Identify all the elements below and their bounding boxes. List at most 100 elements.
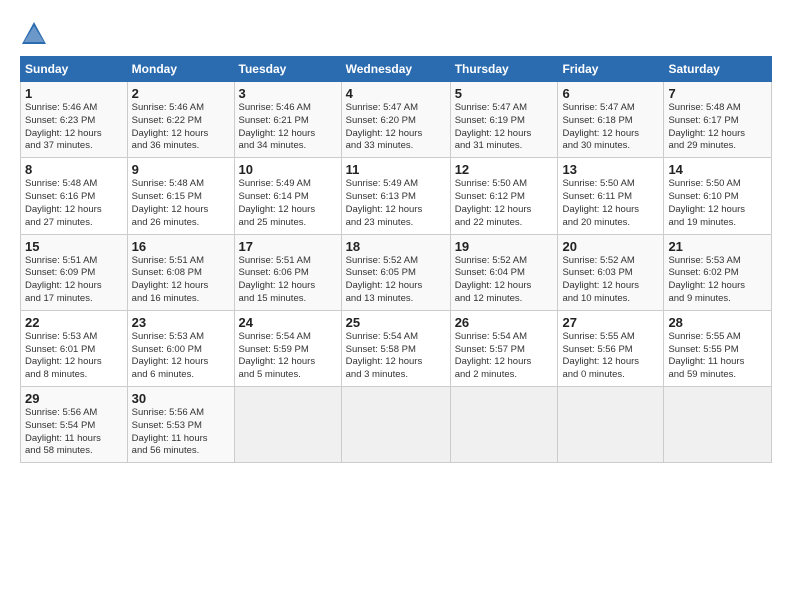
day-number: 27 <box>562 315 659 330</box>
calendar-week-row: 15Sunrise: 5:51 AMSunset: 6:09 PMDayligh… <box>21 234 772 310</box>
day-number: 29 <box>25 391 123 406</box>
calendar-cell: 28Sunrise: 5:55 AMSunset: 5:55 PMDayligh… <box>664 310 772 386</box>
day-number: 22 <box>25 315 123 330</box>
calendar-header-tuesday: Tuesday <box>234 57 341 82</box>
day-number: 23 <box>132 315 230 330</box>
day-number: 14 <box>668 162 767 177</box>
calendar-cell <box>450 387 558 463</box>
day-number: 19 <box>455 239 554 254</box>
day-detail: Sunrise: 5:53 AMSunset: 6:01 PMDaylight:… <box>25 331 123 382</box>
day-detail: Sunrise: 5:54 AMSunset: 5:58 PMDaylight:… <box>346 331 446 382</box>
day-number: 3 <box>239 86 337 101</box>
calendar-cell: 15Sunrise: 5:51 AMSunset: 6:09 PMDayligh… <box>21 234 128 310</box>
calendar-cell: 27Sunrise: 5:55 AMSunset: 5:56 PMDayligh… <box>558 310 664 386</box>
calendar-week-row: 1Sunrise: 5:46 AMSunset: 6:23 PMDaylight… <box>21 82 772 158</box>
day-number: 16 <box>132 239 230 254</box>
day-number: 25 <box>346 315 446 330</box>
day-number: 17 <box>239 239 337 254</box>
calendar-cell: 6Sunrise: 5:47 AMSunset: 6:18 PMDaylight… <box>558 82 664 158</box>
calendar-cell: 23Sunrise: 5:53 AMSunset: 6:00 PMDayligh… <box>127 310 234 386</box>
calendar-week-row: 29Sunrise: 5:56 AMSunset: 5:54 PMDayligh… <box>21 387 772 463</box>
calendar-week-row: 8Sunrise: 5:48 AMSunset: 6:16 PMDaylight… <box>21 158 772 234</box>
page: SundayMondayTuesdayWednesdayThursdayFrid… <box>0 0 792 473</box>
calendar-cell <box>341 387 450 463</box>
logo-icon <box>20 20 48 48</box>
day-detail: Sunrise: 5:47 AMSunset: 6:19 PMDaylight:… <box>455 102 554 153</box>
day-detail: Sunrise: 5:55 AMSunset: 5:56 PMDaylight:… <box>562 331 659 382</box>
calendar-header-sunday: Sunday <box>21 57 128 82</box>
day-detail: Sunrise: 5:52 AMSunset: 6:05 PMDaylight:… <box>346 255 446 306</box>
calendar-cell: 21Sunrise: 5:53 AMSunset: 6:02 PMDayligh… <box>664 234 772 310</box>
calendar-header-row: SundayMondayTuesdayWednesdayThursdayFrid… <box>21 57 772 82</box>
day-detail: Sunrise: 5:51 AMSunset: 6:09 PMDaylight:… <box>25 255 123 306</box>
calendar-cell <box>558 387 664 463</box>
calendar-cell: 18Sunrise: 5:52 AMSunset: 6:05 PMDayligh… <box>341 234 450 310</box>
day-detail: Sunrise: 5:55 AMSunset: 5:55 PMDaylight:… <box>668 331 767 382</box>
calendar-cell: 2Sunrise: 5:46 AMSunset: 6:22 PMDaylight… <box>127 82 234 158</box>
day-detail: Sunrise: 5:50 AMSunset: 6:11 PMDaylight:… <box>562 178 659 229</box>
day-number: 15 <box>25 239 123 254</box>
calendar-cell <box>234 387 341 463</box>
day-detail: Sunrise: 5:52 AMSunset: 6:04 PMDaylight:… <box>455 255 554 306</box>
calendar-table: SundayMondayTuesdayWednesdayThursdayFrid… <box>20 56 772 463</box>
day-number: 13 <box>562 162 659 177</box>
calendar-cell: 7Sunrise: 5:48 AMSunset: 6:17 PMDaylight… <box>664 82 772 158</box>
calendar-header-thursday: Thursday <box>450 57 558 82</box>
day-number: 10 <box>239 162 337 177</box>
calendar-header-monday: Monday <box>127 57 234 82</box>
calendar-header-wednesday: Wednesday <box>341 57 450 82</box>
calendar-cell: 1Sunrise: 5:46 AMSunset: 6:23 PMDaylight… <box>21 82 128 158</box>
calendar-cell: 9Sunrise: 5:48 AMSunset: 6:15 PMDaylight… <box>127 158 234 234</box>
day-detail: Sunrise: 5:46 AMSunset: 6:21 PMDaylight:… <box>239 102 337 153</box>
calendar-cell: 17Sunrise: 5:51 AMSunset: 6:06 PMDayligh… <box>234 234 341 310</box>
day-detail: Sunrise: 5:48 AMSunset: 6:15 PMDaylight:… <box>132 178 230 229</box>
calendar-cell: 30Sunrise: 5:56 AMSunset: 5:53 PMDayligh… <box>127 387 234 463</box>
logo <box>20 20 52 48</box>
header <box>20 16 772 48</box>
calendar-cell: 19Sunrise: 5:52 AMSunset: 6:04 PMDayligh… <box>450 234 558 310</box>
day-detail: Sunrise: 5:48 AMSunset: 6:17 PMDaylight:… <box>668 102 767 153</box>
day-detail: Sunrise: 5:54 AMSunset: 5:59 PMDaylight:… <box>239 331 337 382</box>
calendar-cell: 22Sunrise: 5:53 AMSunset: 6:01 PMDayligh… <box>21 310 128 386</box>
day-number: 7 <box>668 86 767 101</box>
day-number: 11 <box>346 162 446 177</box>
calendar-cell: 29Sunrise: 5:56 AMSunset: 5:54 PMDayligh… <box>21 387 128 463</box>
calendar-header-friday: Friday <box>558 57 664 82</box>
day-detail: Sunrise: 5:46 AMSunset: 6:23 PMDaylight:… <box>25 102 123 153</box>
day-number: 9 <box>132 162 230 177</box>
day-detail: Sunrise: 5:53 AMSunset: 6:02 PMDaylight:… <box>668 255 767 306</box>
day-detail: Sunrise: 5:52 AMSunset: 6:03 PMDaylight:… <box>562 255 659 306</box>
day-detail: Sunrise: 5:48 AMSunset: 6:16 PMDaylight:… <box>25 178 123 229</box>
calendar-cell: 25Sunrise: 5:54 AMSunset: 5:58 PMDayligh… <box>341 310 450 386</box>
calendar-week-row: 22Sunrise: 5:53 AMSunset: 6:01 PMDayligh… <box>21 310 772 386</box>
day-number: 28 <box>668 315 767 330</box>
calendar-cell: 11Sunrise: 5:49 AMSunset: 6:13 PMDayligh… <box>341 158 450 234</box>
calendar-cell: 20Sunrise: 5:52 AMSunset: 6:03 PMDayligh… <box>558 234 664 310</box>
day-detail: Sunrise: 5:53 AMSunset: 6:00 PMDaylight:… <box>132 331 230 382</box>
day-detail: Sunrise: 5:50 AMSunset: 6:10 PMDaylight:… <box>668 178 767 229</box>
day-number: 8 <box>25 162 123 177</box>
calendar-cell: 26Sunrise: 5:54 AMSunset: 5:57 PMDayligh… <box>450 310 558 386</box>
day-number: 1 <box>25 86 123 101</box>
calendar-cell <box>664 387 772 463</box>
day-number: 12 <box>455 162 554 177</box>
calendar-cell: 10Sunrise: 5:49 AMSunset: 6:14 PMDayligh… <box>234 158 341 234</box>
day-number: 24 <box>239 315 337 330</box>
day-number: 18 <box>346 239 446 254</box>
calendar-cell: 12Sunrise: 5:50 AMSunset: 6:12 PMDayligh… <box>450 158 558 234</box>
calendar-cell: 5Sunrise: 5:47 AMSunset: 6:19 PMDaylight… <box>450 82 558 158</box>
calendar-cell: 14Sunrise: 5:50 AMSunset: 6:10 PMDayligh… <box>664 158 772 234</box>
calendar-cell: 24Sunrise: 5:54 AMSunset: 5:59 PMDayligh… <box>234 310 341 386</box>
day-number: 20 <box>562 239 659 254</box>
day-detail: Sunrise: 5:49 AMSunset: 6:14 PMDaylight:… <box>239 178 337 229</box>
day-detail: Sunrise: 5:56 AMSunset: 5:53 PMDaylight:… <box>132 407 230 458</box>
day-number: 5 <box>455 86 554 101</box>
day-detail: Sunrise: 5:54 AMSunset: 5:57 PMDaylight:… <box>455 331 554 382</box>
day-detail: Sunrise: 5:51 AMSunset: 6:08 PMDaylight:… <box>132 255 230 306</box>
day-number: 6 <box>562 86 659 101</box>
calendar-cell: 8Sunrise: 5:48 AMSunset: 6:16 PMDaylight… <box>21 158 128 234</box>
calendar-cell: 13Sunrise: 5:50 AMSunset: 6:11 PMDayligh… <box>558 158 664 234</box>
day-detail: Sunrise: 5:50 AMSunset: 6:12 PMDaylight:… <box>455 178 554 229</box>
calendar-cell: 16Sunrise: 5:51 AMSunset: 6:08 PMDayligh… <box>127 234 234 310</box>
day-number: 2 <box>132 86 230 101</box>
